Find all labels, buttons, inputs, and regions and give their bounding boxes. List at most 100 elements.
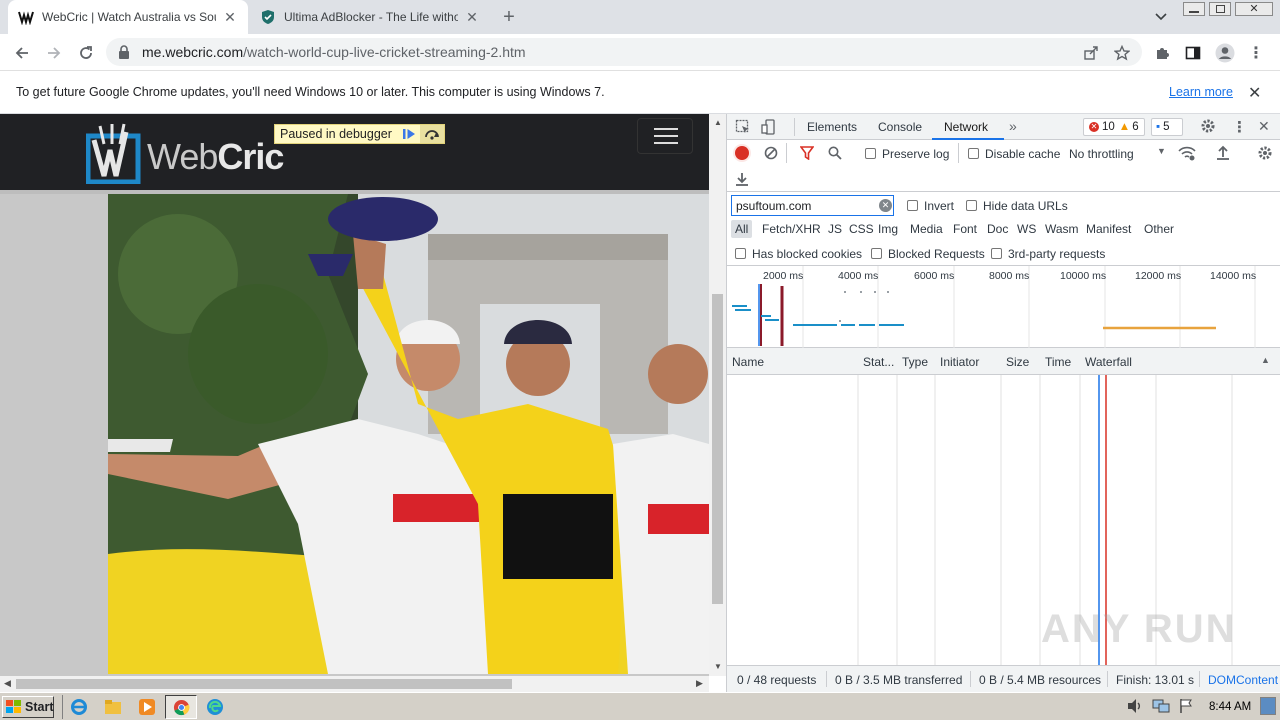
clear-icon[interactable] [764,146,778,160]
back-button[interactable] [7,38,37,68]
more-tabs-chevron-icon[interactable]: » [1009,118,1017,134]
devtools-settings-gear-icon[interactable] [1200,118,1216,134]
timeline-tick: 10000 ms [1060,270,1107,282]
throttling-dropdown-icon[interactable]: ▼ [1157,146,1166,156]
record-button-icon[interactable] [735,146,749,160]
has-blocked-cookies-checkbox[interactable] [735,248,746,259]
messages-counter[interactable]: ▪ 5 [1151,118,1183,136]
bookmark-star-icon[interactable] [1107,38,1137,68]
infobar-close-icon[interactable]: ✕ [1248,83,1261,103]
network-settings-gear-icon[interactable] [1257,145,1273,161]
lock-icon[interactable] [118,45,130,59]
restore-button[interactable] [1209,2,1231,16]
action-center-flag-icon[interactable] [1178,698,1194,714]
video-frame-image[interactable] [108,194,709,674]
filter-media[interactable]: Media [906,220,947,238]
column-type[interactable]: Type [902,355,928,369]
close-tab-icon[interactable]: ✕ [464,9,480,25]
tab-adblocker[interactable]: Ultima AdBlocker - The Life without A ✕ [250,0,490,34]
minimize-button[interactable] [1183,2,1205,16]
filter-ws[interactable]: WS [1013,220,1040,238]
resume-icon[interactable] [398,125,420,143]
hamburger-menu-button[interactable] [637,118,693,154]
learn-more-link[interactable]: Learn more [1169,85,1233,99]
filter-wasm[interactable]: Wasm [1041,220,1083,238]
third-party-requests-checkbox[interactable] [991,248,1002,259]
column-initiator[interactable]: Initiator [940,355,979,369]
preserve-log-checkbox[interactable] [865,148,876,159]
column-size[interactable]: Size [1006,355,1029,369]
edge-icon[interactable] [206,698,224,716]
domcontentloaded-time: DOMContent [1208,673,1279,687]
network-tray-icon[interactable] [1152,698,1170,714]
step-over-icon[interactable] [419,125,444,143]
filter-fetch-xhr[interactable]: Fetch/XHR [758,220,825,238]
extensions-puzzle-icon[interactable] [1147,38,1177,68]
third-party-requests-label: 3rd-party requests [1008,247,1106,261]
export-har-icon[interactable] [735,171,749,187]
page-horizontal-scrollbar[interactable]: ◀ ▶ [0,676,709,692]
filter-img[interactable]: Img [874,220,902,238]
media-player-icon[interactable] [138,698,156,716]
tab-elements[interactable]: Elements [807,120,857,134]
column-name[interactable]: Name [732,355,764,369]
network-conditions-wifi-icon[interactable] [1178,145,1196,161]
profile-avatar-icon[interactable] [1210,38,1240,68]
import-har-icon[interactable] [1216,145,1230,161]
tab-network[interactable]: Network [944,120,988,134]
filter-css[interactable]: CSS [845,220,878,238]
network-overview-timeline[interactable]: 2000 ms 4000 ms 6000 ms 8000 ms 10000 ms… [727,266,1280,348]
column-status[interactable]: Stat... [863,355,894,369]
filter-funnel-icon[interactable] [800,146,814,160]
invert-label: Invert [924,199,955,213]
column-time[interactable]: Time [1045,355,1071,369]
filter-manifest[interactable]: Manifest [1082,220,1135,238]
issues-counter[interactable]: ✕ 10 ▲ 6 [1083,118,1145,136]
inspect-element-icon[interactable] [735,119,751,135]
hide-data-urls-checkbox[interactable] [966,200,977,211]
share-icon[interactable] [1076,38,1106,68]
chrome-menu-icon[interactable]: ⋮ [1241,38,1271,68]
blocked-requests-checkbox[interactable] [871,248,882,259]
close-window-button[interactable]: ✕ [1235,2,1273,16]
volume-icon[interactable] [1126,698,1144,714]
close-tab-icon[interactable]: ✕ [222,9,238,25]
requests-table-body[interactable]: ANY RUN [727,375,1280,665]
filter-other[interactable]: Other [1140,220,1178,238]
reload-button[interactable] [71,38,101,68]
disable-cache-checkbox[interactable] [968,148,979,159]
tab-webcric[interactable]: WebCric | Watch Australia vs South ✕ [8,0,248,34]
filter-font[interactable]: Font [949,220,981,238]
show-desktop-button[interactable] [1260,697,1276,715]
filter-doc[interactable]: Doc [983,220,1012,238]
page-vertical-scrollbar[interactable]: ▲ ▼ [709,114,726,676]
file-explorer-icon[interactable] [104,698,122,716]
timeline-tick: 6000 ms [914,270,955,282]
filter-input[interactable] [731,195,894,216]
column-waterfall[interactable]: Waterfall [1085,355,1132,369]
device-toolbar-icon[interactable] [761,119,777,135]
url-text[interactable]: me.webcric.com/watch-world-cup-live-cric… [142,44,526,60]
webcric-logo[interactable] [86,122,142,184]
infobar-message: To get future Google Chrome updates, you… [16,85,605,99]
sort-ascending-icon[interactable]: ▲ [1261,355,1270,365]
throttling-select[interactable]: No throttling [1069,147,1134,161]
internet-explorer-icon[interactable] [70,698,88,716]
tab-search-icon[interactable] [1146,2,1176,32]
new-tab-button[interactable]: + [494,2,524,32]
tab-console[interactable]: Console [878,120,922,134]
search-icon[interactable] [828,146,842,160]
warning-icon: ▲ [1118,121,1131,133]
start-button[interactable]: Start [2,696,54,718]
filter-all[interactable]: All [731,220,753,238]
forward-button[interactable] [39,38,69,68]
requests-table-header: Name Stat... Type Initiator Size Time Wa… [727,348,1280,375]
close-devtools-icon[interactable]: ✕ [1258,118,1270,135]
clear-filter-icon[interactable]: ✕ [879,199,892,212]
chrome-taskbar-button[interactable] [165,695,197,719]
devtools-menu-icon[interactable]: ⋮ [1232,118,1247,136]
filter-js[interactable]: JS [824,220,846,238]
side-panel-icon[interactable] [1178,38,1208,68]
filter-bar: ✕ Invert Hide data URLs All Fetch/XHR JS… [727,192,1280,266]
invert-checkbox[interactable] [907,200,918,211]
